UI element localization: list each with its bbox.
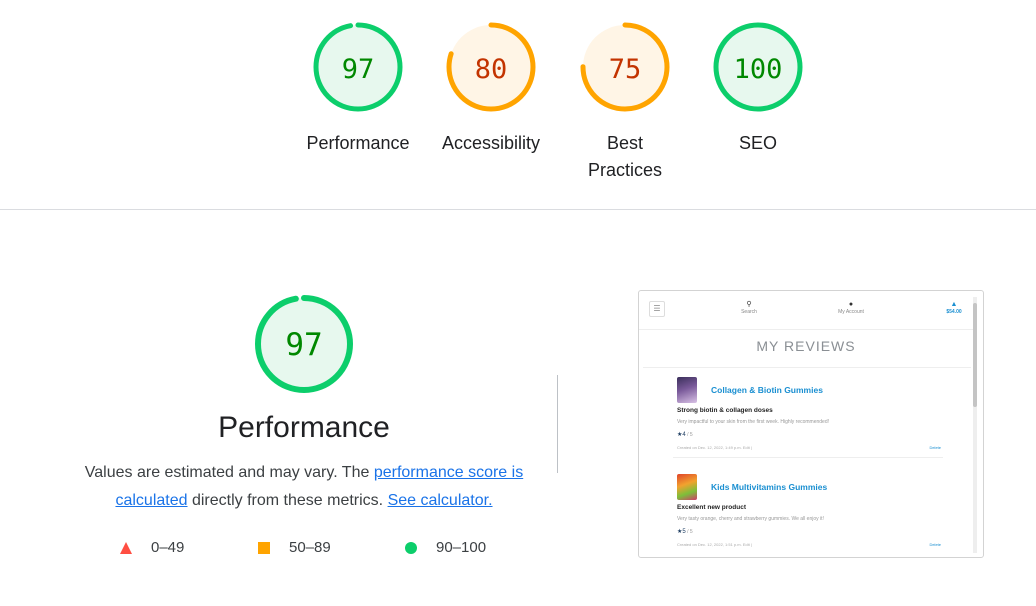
preview-heading: MY REVIEWS xyxy=(756,338,856,354)
gauge-performance[interactable]: 97 Performance xyxy=(293,22,423,157)
preview-navbar: ☰ ⚲ Search ● My Account ▲ $54.00 xyxy=(639,291,973,330)
user-icon: ● xyxy=(848,301,854,308)
gauge-ring: 97 xyxy=(313,22,403,112)
review-rating-max: / 5 xyxy=(685,529,693,535)
preview-scrollbar-thumb[interactable] xyxy=(973,303,977,407)
review-delete: Delete xyxy=(929,445,941,450)
gauge-label: SEO xyxy=(738,133,777,153)
performance-score: 97 xyxy=(285,327,322,363)
review-rating-max: / 5 xyxy=(685,432,693,438)
gauge-accessibility[interactable]: 80 Accessibility xyxy=(426,22,556,157)
category-gauges: 97 Performance 80 Accessibility 75 Best … xyxy=(0,0,1036,209)
gauge-ring: 80 xyxy=(446,22,536,112)
preview-nav-search: ⚲ Search xyxy=(724,301,774,315)
review-product-name: Collagen & Biotin Gummies xyxy=(711,385,823,395)
performance-description: Values are estimated and may vary. The p… xyxy=(74,459,534,515)
review-rating: ★4 / 5 xyxy=(677,431,693,438)
gauge-best-practices[interactable]: 75 Best Practices xyxy=(560,22,690,184)
gauge-score: 80 xyxy=(475,54,508,85)
gauge-score: 75 xyxy=(609,54,642,85)
preview-divider xyxy=(643,367,971,368)
review-product-name: Kids Multivitamins Gummies xyxy=(711,482,828,492)
section-divider xyxy=(0,209,1036,210)
preview-nav-cart-total: $54.00 xyxy=(946,309,962,315)
product-image xyxy=(677,377,697,403)
legend-item-fail: 0–49 xyxy=(119,539,184,556)
review-delete: Delete xyxy=(929,542,941,547)
gauge-score: 97 xyxy=(342,54,375,85)
preview-nav-account-label: My Account xyxy=(838,309,864,315)
preview-nav-account: ● My Account xyxy=(826,301,876,315)
performance-title: Performance xyxy=(218,411,390,444)
cart-icon: ▲ xyxy=(950,301,958,308)
legend-range: 0–49 xyxy=(151,539,185,556)
performance-gauge-large: 97 xyxy=(255,295,353,393)
preview-nav-cart: ▲ $54.00 xyxy=(929,301,979,315)
gauge-ring: 100 xyxy=(713,22,803,112)
gauge-ring: 75 xyxy=(580,22,670,112)
search-icon: ⚲ xyxy=(746,301,752,308)
review-separator xyxy=(673,457,943,458)
final-screenshot[interactable]: ☰ ⚲ Search ● My Account ▲ $54.00 MY REVI… xyxy=(638,290,984,558)
gauge-label: Accessibility xyxy=(441,133,541,153)
preview-nav-search-label: Search xyxy=(741,309,757,315)
triangle-icon xyxy=(120,541,132,554)
gauge-label: Best Practices xyxy=(587,133,663,180)
legend-item-pass: 90–100 xyxy=(404,539,486,556)
gauge-score: 100 xyxy=(734,54,783,85)
product-image xyxy=(677,474,697,500)
legend-range: 90–100 xyxy=(436,539,487,556)
review-title: Strong biotin & collagen doses xyxy=(677,407,773,414)
review-text: Very tasty orange, cherry and strawberry… xyxy=(677,516,824,522)
gauge-seo[interactable]: 100 SEO xyxy=(693,22,823,157)
review-rating: ★5 / 5 xyxy=(677,528,693,535)
desc-text-2: directly from these metrics. xyxy=(187,492,388,509)
circle-icon xyxy=(405,541,417,554)
review-created: Created on Dec. 12, 2022, 1:51 p.m. Edit… xyxy=(677,542,752,547)
review-created: Created on Dec. 12, 2022, 1:49 p.m. Edit… xyxy=(677,445,752,450)
gauge-label: Performance xyxy=(306,133,410,153)
square-icon xyxy=(258,541,270,554)
vertical-separator xyxy=(557,375,558,473)
review-text: Very impactful to your skin from the fir… xyxy=(677,419,830,425)
legend-range: 50–89 xyxy=(289,539,331,556)
legend-item-average: 50–89 xyxy=(257,539,331,556)
review-title: Excellent new product xyxy=(677,504,746,511)
see-calculator-link[interactable]: See calculator. xyxy=(388,492,493,509)
menu-icon: ☰ xyxy=(649,301,665,317)
desc-text-1: Values are estimated and may vary. The xyxy=(84,464,374,481)
